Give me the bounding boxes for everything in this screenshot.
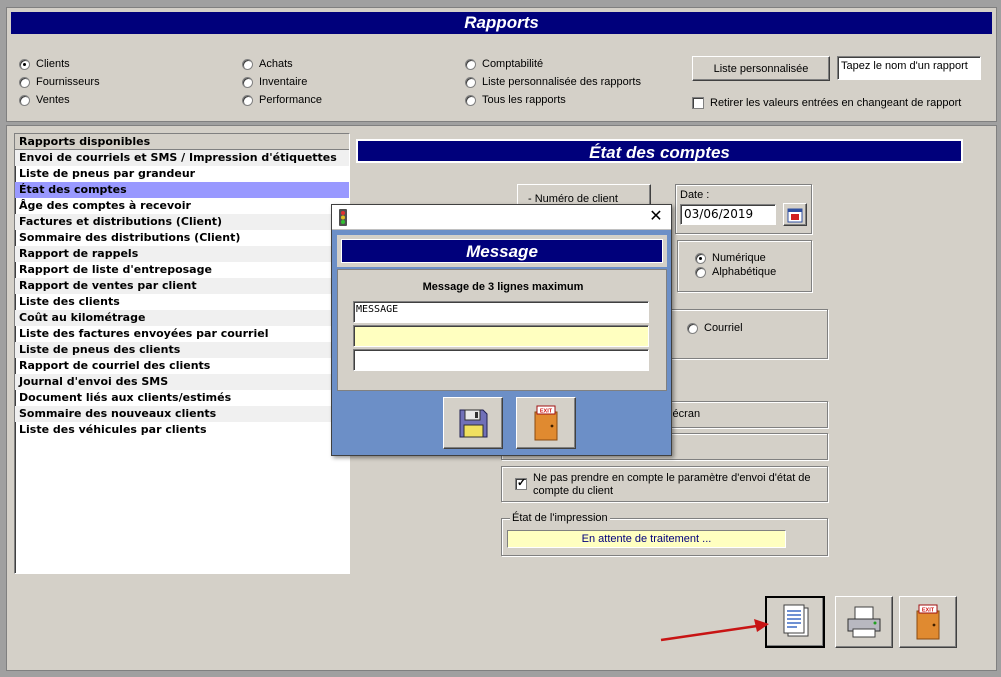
report-list-item[interactable]: État des comptes	[15, 182, 349, 198]
category-col2-option[interactable]: Achats	[242, 58, 293, 70]
dialog-heading: Message	[341, 239, 663, 263]
category-col2-label: Achats	[259, 58, 293, 70]
category-col3-radio[interactable]	[465, 94, 476, 106]
category-col2-label: Inventaire	[259, 76, 308, 88]
printer-icon	[847, 606, 881, 638]
message-line-1[interactable]: MESSAGE	[353, 301, 649, 323]
report-list-items: Envoi de courriels et SMS / Impression d…	[15, 150, 349, 438]
clear-values-option[interactable]: Retirer les valeurs entrées en changeant…	[692, 97, 961, 109]
report-list-item[interactable]: Liste des clients	[15, 294, 349, 310]
category-col3-option[interactable]: Tous les rapports	[465, 94, 566, 106]
report-list-item[interactable]: Document liés aux clients/estimés	[15, 390, 349, 406]
category-col1-radio[interactable]	[19, 76, 30, 88]
category-col3-radio[interactable]	[465, 76, 476, 88]
dialog-subheading: Message de 3 lignes maximum	[422, 281, 584, 293]
sort-radio[interactable]	[695, 266, 706, 278]
report-list-item[interactable]: Rapport de rappels	[15, 246, 349, 262]
exit-door-icon: EXIT	[916, 604, 940, 640]
category-col3-label: Liste personnalisée des rapports	[482, 76, 641, 88]
report-name-input[interactable]: Tapez le nom d'un rapport	[837, 56, 981, 80]
dialog-titlebar: ✕	[332, 205, 671, 230]
report-list-header: Rapports disponibles	[15, 134, 349, 150]
category-col2-radio[interactable]	[242, 58, 253, 70]
category-col1-option[interactable]: Ventes	[19, 94, 70, 106]
close-icon: ✕	[649, 208, 663, 225]
sort-radio[interactable]	[695, 252, 706, 264]
report-list-item[interactable]: Envoi de courriels et SMS / Impression d…	[15, 150, 349, 166]
traffic-light-icon	[339, 209, 347, 226]
message-line-3[interactable]	[353, 349, 649, 371]
category-col2-option[interactable]: Performance	[242, 94, 322, 106]
category-col3-label: Tous les rapports	[482, 94, 566, 106]
sort-label: Alphabétique	[712, 266, 777, 278]
annotation-arrow	[660, 619, 769, 642]
exit-button[interactable]: EXIT	[899, 596, 957, 648]
message-line-2[interactable]	[353, 325, 649, 347]
report-list-item[interactable]: Journal d'envoi des SMS	[15, 374, 349, 390]
ignore-send-option[interactable]: Ne pas prendre en compte le paramètre d'…	[515, 472, 815, 498]
category-col1-label: Ventes	[36, 94, 70, 106]
category-col1-radio[interactable]	[19, 58, 30, 70]
category-col3-option[interactable]: Liste personnalisée des rapports	[465, 76, 641, 88]
category-col3-option[interactable]: Comptabilité	[465, 58, 543, 70]
category-col2-radio[interactable]	[242, 76, 253, 88]
report-list-item[interactable]: Âge des comptes à recevoir	[15, 198, 349, 214]
print-status-value: En attente de traitement ...	[507, 530, 786, 548]
report-list-item[interactable]: Coût au kilométrage	[15, 310, 349, 326]
category-col3-radio[interactable]	[465, 58, 476, 70]
courriel-option[interactable]: Courriel	[687, 322, 743, 334]
sort-label: Numérique	[712, 252, 766, 264]
report-list-item[interactable]: Liste de pneus des clients	[15, 342, 349, 358]
report-list-item[interactable]: Rapport de courriel des clients	[15, 358, 349, 374]
dialog-header-panel: Message	[337, 235, 667, 267]
calendar-button[interactable]	[783, 203, 807, 226]
exit-label: EXIT	[922, 608, 935, 614]
clear-values-checkbox[interactable]	[692, 97, 704, 109]
dialog-message-panel: Message de 3 lignes maximum MESSAGE	[337, 269, 667, 391]
report-list-item[interactable]: Sommaire des nouveaux clients	[15, 406, 349, 422]
report-list-item[interactable]: Factures et distributions (Client)	[15, 214, 349, 230]
report-list-item[interactable]: Liste de pneus par grandeur	[15, 166, 349, 182]
report-list-item[interactable]: Rapport de ventes par client	[15, 278, 349, 294]
calendar-icon	[787, 208, 803, 222]
report-list[interactable]: Rapports disponibles Envoi de courriels …	[14, 133, 350, 574]
print-status-label: État de l'impression	[510, 512, 610, 524]
print-button[interactable]	[835, 596, 893, 648]
category-col2-radio[interactable]	[242, 94, 253, 106]
report-list-item[interactable]: Rapport de liste d'entreposage	[15, 262, 349, 278]
sort-option[interactable]: Numérique	[695, 252, 766, 264]
category-col1-label: Fournisseurs	[36, 76, 100, 88]
date-label: Date :	[680, 189, 710, 201]
category-col1-label: Clients	[36, 58, 70, 70]
report-title: État des comptes	[356, 139, 963, 163]
dialog-exit-label: EXIT	[540, 409, 553, 415]
screen-option-label: l'écran	[668, 408, 701, 420]
exit-door-icon: EXIT	[534, 405, 558, 441]
report-list-item[interactable]: Liste des véhicules par clients	[15, 422, 349, 438]
category-col3-label: Comptabilité	[482, 58, 544, 70]
floppy-disk-icon	[459, 409, 488, 438]
dialog-save-button[interactable]	[443, 397, 503, 449]
report-list-item[interactable]: Sommaire des distributions (Client)	[15, 230, 349, 246]
category-col1-option[interactable]: Clients	[19, 58, 70, 70]
dialog-exit-button[interactable]: EXIT	[516, 397, 576, 449]
category-col2-option[interactable]: Inventaire	[242, 76, 307, 88]
category-col1-radio[interactable]	[19, 94, 30, 106]
ignore-send-checkbox[interactable]	[515, 476, 527, 490]
custom-list-button[interactable]: Liste personnalisée	[692, 56, 830, 81]
report-list-item[interactable]: Liste des factures envoyées par courriel	[15, 326, 349, 342]
preview-button[interactable]	[765, 596, 825, 648]
report-preview-icon	[783, 604, 809, 637]
message-dialog: ✕ Message Message de 3 lignes maximum ME…	[331, 204, 672, 456]
sort-option[interactable]: Alphabétique	[695, 266, 776, 278]
category-col1-option[interactable]: Fournisseurs	[19, 76, 100, 88]
courriel-radio[interactable]	[687, 322, 698, 334]
date-input[interactable]: 03/06/2019	[680, 204, 776, 225]
dialog-close-button[interactable]: ✕	[645, 207, 667, 227]
page-title: Rapports	[11, 12, 992, 34]
category-col2-label: Performance	[259, 94, 322, 106]
top-panel: Rapports Clients Fournisseurs Ventes Achat…	[6, 7, 997, 122]
